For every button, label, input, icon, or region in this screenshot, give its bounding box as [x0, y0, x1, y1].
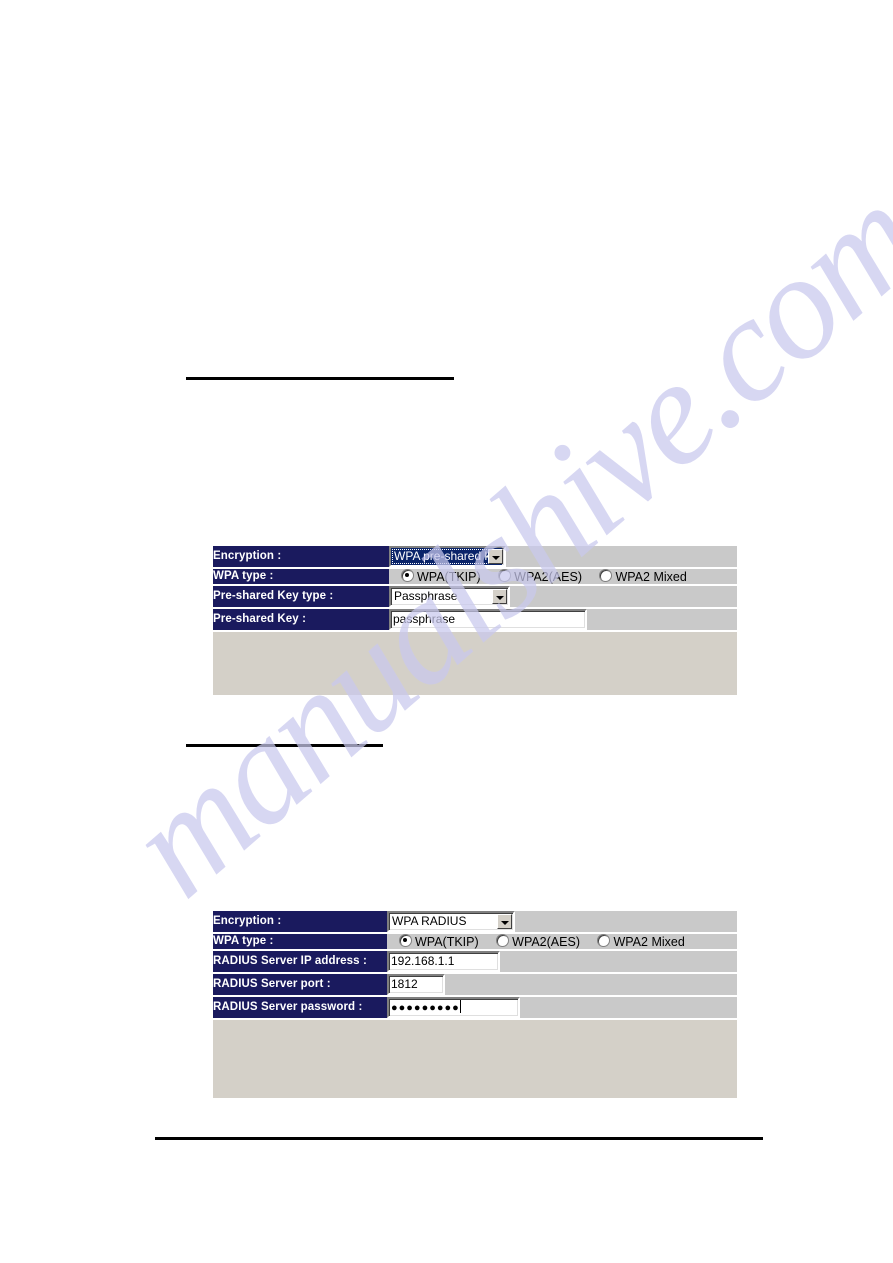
wpa-type-radio-group: WPA(TKIP) WPA2(AES) WPA2 Mixed	[389, 569, 737, 584]
chevron-down-icon[interactable]	[497, 914, 512, 929]
wpa-type-radio-group: WPA(TKIP) WPA2(AES) WPA2 Mixed	[387, 934, 737, 949]
table-row: Pre-shared Key type : Passphrase	[213, 585, 737, 609]
radio-wpa-tkip-label: WPA(TKIP)	[417, 570, 481, 584]
table-row: Encryption : WPA RADIUS	[213, 911, 737, 934]
radio-wpa2-aes[interactable]: WPA2(AES)	[496, 934, 580, 949]
table-row: RADIUS Server port : 1812	[213, 973, 737, 997]
radius-server-port-value-cell: 1812	[387, 973, 737, 997]
wpa-psk-settings-table: Encryption : WPA pre-shared key WPA type…	[213, 546, 737, 632]
psk-type-select[interactable]: Passphrase	[389, 586, 510, 607]
radio-wpa2-mixed-label: WPA2 Mixed	[615, 570, 687, 584]
psk-type-select-value: Passphrase	[394, 589, 458, 603]
table-row: Encryption : WPA pre-shared key	[213, 546, 737, 569]
wpa-type-value-cell: WPA(TKIP) WPA2(AES) WPA2 Mixed	[387, 933, 737, 951]
psk-value-cell: passphrase	[389, 608, 737, 632]
footer-rule	[155, 1137, 763, 1140]
encryption-value-cell: WPA RADIUS	[387, 911, 737, 934]
radio-indicator-icon[interactable]	[496, 934, 510, 947]
radius-server-password-value-cell: ●●●●●●●●●	[387, 996, 737, 1020]
psk-type-value-cell: Passphrase	[389, 585, 737, 609]
radio-indicator-icon[interactable]	[498, 569, 512, 582]
encryption-label: Encryption :	[213, 546, 389, 569]
table-row: WPA type : WPA(TKIP) WPA2(AES) WPA2 Mixe…	[213, 933, 737, 951]
table-row: WPA type : WPA(TKIP) WPA2(AES) WPA2 Mixe…	[213, 568, 737, 586]
section-rule-middle	[186, 744, 383, 747]
radio-wpa-tkip-label: WPA(TKIP)	[415, 935, 479, 949]
password-masked-value: ●●●●●●●●●	[391, 1002, 460, 1014]
radio-wpa2-aes-label: WPA2(AES)	[512, 935, 580, 949]
radius-server-password-label: RADIUS Server password :	[213, 996, 387, 1020]
watermark-text: manualshive.com	[96, 155, 893, 928]
radio-indicator-icon[interactable]	[401, 569, 414, 582]
encryption-select-value: WPA RADIUS	[392, 914, 467, 928]
radio-wpa2-mixed[interactable]: WPA2 Mixed	[597, 934, 685, 949]
radio-indicator-icon[interactable]	[597, 934, 611, 947]
wpa-radius-form-panel: Encryption : WPA RADIUS WPA type : WPA(T…	[213, 911, 737, 1098]
table-row: RADIUS Server IP address : 192.168.1.1	[213, 950, 737, 974]
radio-indicator-icon[interactable]	[399, 934, 412, 947]
table-row: RADIUS Server password : ●●●●●●●●●	[213, 996, 737, 1020]
encryption-select-value: WPA pre-shared key	[391, 548, 502, 565]
radio-indicator-icon[interactable]	[599, 569, 613, 582]
encryption-select[interactable]: WPA RADIUS	[387, 911, 515, 932]
psk-type-label: Pre-shared Key type :	[213, 585, 389, 609]
table-row: Pre-shared Key : passphrase	[213, 608, 737, 632]
radio-wpa2-aes[interactable]: WPA2(AES)	[498, 569, 582, 584]
radius-server-ip-value-cell: 192.168.1.1	[387, 950, 737, 974]
radius-server-port-label: RADIUS Server port :	[213, 973, 387, 997]
wpa-type-label: WPA type :	[213, 568, 389, 586]
wpa-psk-form-panel: Encryption : WPA pre-shared key WPA type…	[213, 546, 737, 695]
radius-server-port-input[interactable]: 1812	[387, 974, 445, 995]
radio-wpa2-mixed[interactable]: WPA2 Mixed	[599, 569, 687, 584]
radio-wpa-tkip[interactable]: WPA(TKIP)	[399, 934, 479, 949]
wpa-type-value-cell: WPA(TKIP) WPA2(AES) WPA2 Mixed	[389, 568, 737, 586]
radio-wpa2-mixed-label: WPA2 Mixed	[613, 935, 685, 949]
section-rule-top	[186, 377, 454, 380]
radius-server-password-input[interactable]: ●●●●●●●●●	[387, 997, 520, 1018]
radius-server-ip-input[interactable]: 192.168.1.1	[387, 951, 500, 972]
radius-server-ip-label: RADIUS Server IP address :	[213, 950, 387, 974]
chevron-down-icon[interactable]	[492, 589, 507, 604]
encryption-select[interactable]: WPA pre-shared key	[389, 546, 506, 567]
wpa-radius-settings-table: Encryption : WPA RADIUS WPA type : WPA(T…	[213, 911, 737, 1020]
radio-wpa2-aes-label: WPA2(AES)	[514, 570, 582, 584]
encryption-value-cell: WPA pre-shared key	[389, 546, 737, 569]
pre-shared-key-input[interactable]: passphrase	[389, 609, 587, 630]
chevron-down-icon[interactable]	[488, 549, 503, 564]
radio-wpa-tkip[interactable]: WPA(TKIP)	[401, 569, 481, 584]
wpa-type-label: WPA type :	[213, 933, 387, 951]
encryption-label: Encryption :	[213, 911, 387, 934]
psk-label: Pre-shared Key :	[213, 608, 389, 632]
text-caret	[459, 1000, 461, 1013]
